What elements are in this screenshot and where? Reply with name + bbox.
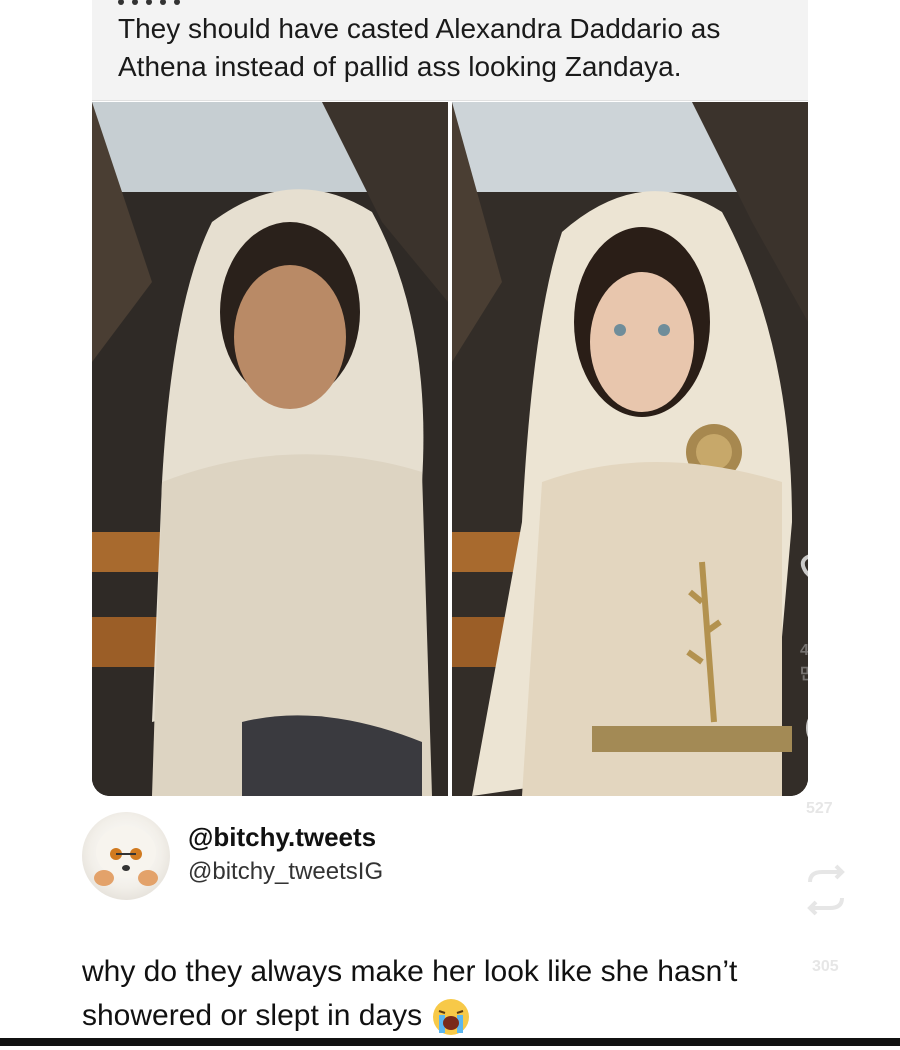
comment-count: 527 — [806, 800, 833, 817]
avatar[interactable] — [82, 812, 170, 900]
author-name[interactable]: @bitchy.tweets — [188, 822, 376, 853]
like-count: 4.1만 — [800, 642, 808, 683]
left-photo — [92, 102, 448, 796]
loudly-crying-face-icon — [431, 997, 471, 1037]
post-caption: why do they always make her look like sh… — [82, 950, 842, 1038]
comparison-image[interactable]: 4.1만 — [92, 102, 808, 796]
comment-icon[interactable] — [800, 702, 808, 758]
embedded-tweet: They should have casted Alexandra Daddar… — [92, 0, 808, 101]
tweet-header-cropped — [118, 0, 268, 6]
repost-icon[interactable] — [798, 862, 854, 918]
caption-text: why do they always make her look like sh… — [82, 955, 738, 1032]
tweet-text: They should have casted Alexandra Daddar… — [118, 13, 721, 82]
author-handle[interactable]: @bitchy_tweetsIG — [188, 858, 383, 886]
right-photo — [452, 102, 808, 796]
heart-icon[interactable] — [798, 550, 808, 600]
bottom-bar — [0, 1038, 900, 1046]
